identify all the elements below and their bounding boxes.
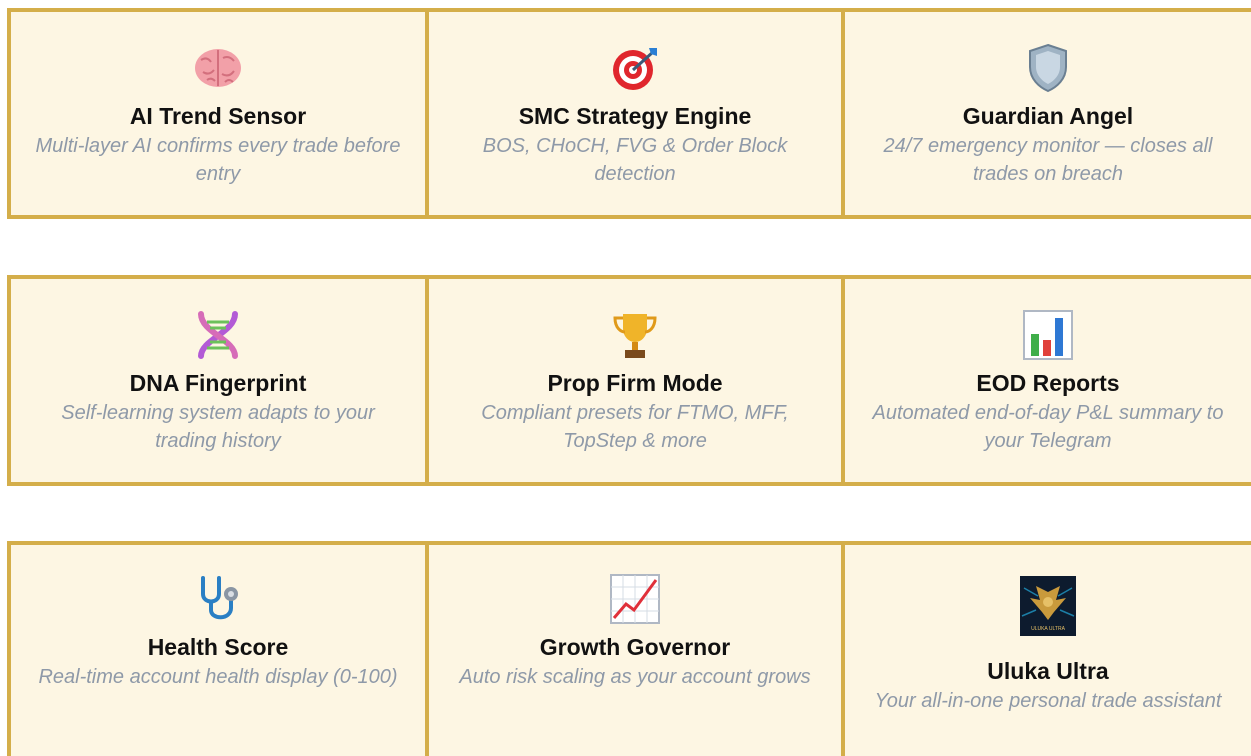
feature-title: AI Trend Sensor <box>129 103 307 129</box>
feature-card-guardian-angel: Guardian Angel 24/7 emergency monitor — … <box>841 8 1251 219</box>
feature-title: Growth Governor <box>539 634 731 660</box>
feature-description: Multi-layer AI confirms every trade befo… <box>35 135 401 185</box>
feature-card-growth-governor: Growth Governor Auto risk scaling as you… <box>425 541 841 756</box>
feature-description: BOS, CHoCH, FVG & Order Block detection <box>482 135 788 185</box>
target-icon <box>607 40 663 96</box>
feature-description: Self-learning system adapts to your trad… <box>61 402 375 452</box>
feature-row-1: AI Trend Sensor Multi-layer AI confirms … <box>7 8 1251 219</box>
feature-card-ai-trend-sensor: AI Trend Sensor Multi-layer AI confirms … <box>7 8 425 219</box>
trending-up-chart-icon <box>607 571 663 627</box>
feature-card-prop-firm-mode: Prop Firm Mode Compliant presets for FTM… <box>425 275 841 486</box>
feature-card-smc-strategy-engine: SMC Strategy Engine BOS, CHoCH, FVG & Or… <box>425 8 841 219</box>
feature-row-2: DNA Fingerprint Self-learning system ada… <box>7 275 1251 486</box>
feature-title: Health Score <box>147 634 289 660</box>
feature-title: Uluka Ultra <box>987 658 1109 684</box>
feature-card-dna-fingerprint: DNA Fingerprint Self-learning system ada… <box>7 275 425 486</box>
bar-chart-icon <box>1020 307 1076 363</box>
feature-title: DNA Fingerprint <box>129 370 307 396</box>
trophy-icon <box>607 307 663 363</box>
feature-title: EOD Reports <box>976 370 1120 396</box>
uluka-logo-icon: ULUKA ULTRA <box>1020 575 1076 637</box>
stethoscope-icon <box>190 571 246 627</box>
feature-card-health-score: Health Score Real-time account health di… <box>7 541 425 756</box>
dna-icon <box>190 307 246 363</box>
feature-description: Your all-in-one personal trade assistant <box>874 690 1222 712</box>
shield-icon <box>1020 40 1076 96</box>
feature-title: SMC Strategy Engine <box>518 103 752 129</box>
feature-description: 24/7 emergency monitor — closes all trad… <box>883 135 1213 185</box>
feature-title: Guardian Angel <box>962 103 1134 129</box>
svg-text:ULUKA ULTRA: ULUKA ULTRA <box>1031 626 1065 632</box>
feature-title: Prop Firm Mode <box>547 370 723 396</box>
feature-description: Real-time account health display (0-100) <box>38 666 398 688</box>
feature-description: Compliant presets for FTMO, MFF, TopStep… <box>481 402 789 452</box>
feature-description: Auto risk scaling as your account grows <box>459 666 811 688</box>
feature-card-uluka-ultra: ULUKA ULTRA Uluka Ultra Your all-in-one … <box>841 541 1251 756</box>
feature-card-eod-reports: EOD Reports Automated end-of-day P&L sum… <box>841 275 1251 486</box>
brain-icon <box>190 40 246 96</box>
feature-description: Automated end-of-day P&L summary to your… <box>872 402 1224 452</box>
feature-row-3: Health Score Real-time account health di… <box>7 541 1251 756</box>
